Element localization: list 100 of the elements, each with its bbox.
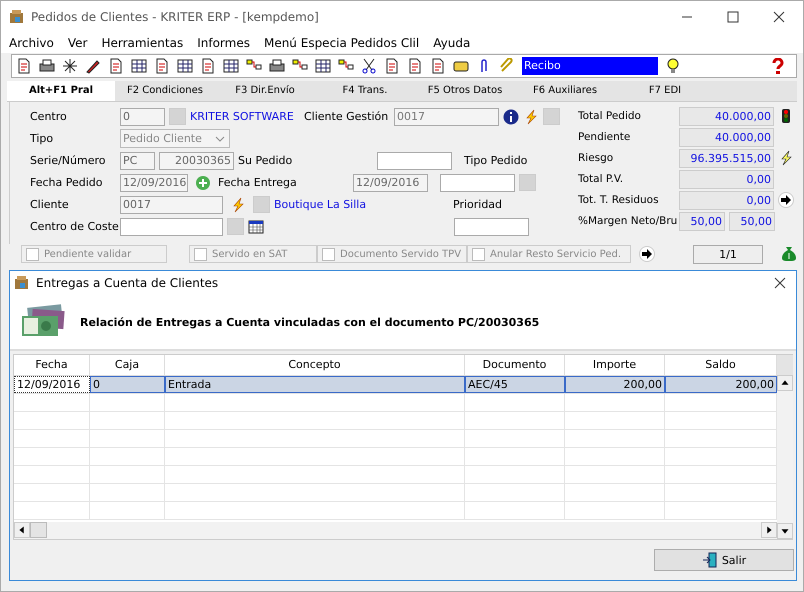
- exit-door-icon: [702, 552, 718, 568]
- scroll-thumb[interactable]: [30, 522, 47, 538]
- field-label: Centro: [30, 110, 68, 123]
- total-label: Riesgo: [578, 152, 614, 164]
- menu-item[interactable]: Informes: [197, 36, 250, 50]
- tab[interactable]: F3 Dir.Envío: [215, 81, 315, 101]
- pen-icon[interactable]: [85, 58, 101, 74]
- scissors-icon[interactable]: [361, 58, 377, 74]
- input-field[interactable]: 20030365: [159, 152, 234, 170]
- link[interactable]: Boutique La Silla: [274, 198, 449, 211]
- document-icon[interactable]: [384, 58, 400, 74]
- grid-icon[interactable]: [223, 58, 239, 74]
- total-value: 0,00: [679, 170, 774, 188]
- vertical-scrollbar[interactable]: [777, 355, 793, 539]
- input-field[interactable]: 0017: [120, 196, 223, 214]
- tab[interactable]: Alt+F1 Pral: [7, 81, 115, 101]
- field-label: Prioridad: [453, 198, 504, 211]
- lightbulb-icon[interactable]: [665, 58, 681, 74]
- calendar-icon[interactable]: [248, 218, 264, 234]
- link[interactable]: KRITER SOFTWARE: [190, 110, 300, 123]
- field-label: Tipo: [30, 132, 54, 145]
- column-header[interactable]: Concepto: [165, 355, 465, 375]
- tab[interactable]: F2 Condiciones: [115, 81, 215, 101]
- table-cell: AEC/45: [465, 376, 565, 393]
- total-value: 50,00: [729, 212, 775, 230]
- total-label: Tot. T. Residuos: [578, 194, 660, 206]
- document-icon[interactable]: [154, 58, 170, 74]
- column-header[interactable]: Caja: [90, 355, 165, 375]
- field-label: Su Pedido: [238, 154, 294, 167]
- menu-item[interactable]: Archivo: [9, 36, 54, 50]
- field-label: Cliente: [30, 198, 70, 211]
- total-value: 50,00: [679, 212, 725, 230]
- printer-icon[interactable]: [39, 58, 55, 74]
- caret-icon: [215, 136, 225, 142]
- total-value: 40.000,00: [679, 106, 774, 126]
- column-header[interactable]: Importe: [565, 355, 665, 375]
- table-cell: 200,00: [565, 376, 665, 393]
- grid-icon[interactable]: [177, 58, 193, 74]
- info-icon[interactable]: [503, 108, 519, 124]
- document-icon[interactable]: [430, 58, 446, 74]
- column-header[interactable]: Fecha: [14, 355, 90, 375]
- printer-icon[interactable]: [269, 58, 285, 74]
- table-cell: 200,00: [665, 376, 777, 393]
- maximize-icon[interactable]: [727, 11, 739, 23]
- exit-button[interactable]: Salir: [654, 549, 794, 571]
- scroll-left-icon[interactable]: [14, 522, 30, 538]
- help-icon[interactable]: [770, 58, 786, 74]
- input-field[interactable]: [120, 218, 223, 236]
- input-field[interactable]: [440, 174, 515, 192]
- tab[interactable]: F5 Otros Datos: [415, 81, 515, 101]
- close-icon[interactable]: [774, 277, 786, 289]
- tab[interactable]: F6 Auxiliares: [515, 81, 615, 101]
- arrow-right-icon[interactable]: [778, 192, 794, 208]
- total-label: Total P.V.: [578, 173, 624, 185]
- total-label: Pendiente: [578, 131, 632, 143]
- total-label: %Margen Neto/Bru: [578, 215, 675, 227]
- table-cell: 12/09/2016: [14, 376, 90, 393]
- app-icon: [14, 275, 30, 291]
- tab[interactable]: F7 EDI: [615, 81, 715, 101]
- dialog-heading: Relación de Entregas a Cuenta vinculadas con el documento PC/20030365: [80, 316, 540, 328]
- document-icon[interactable]: [108, 58, 124, 74]
- document-icon[interactable]: [200, 58, 216, 74]
- tab[interactable]: F4 Trans.: [315, 81, 415, 101]
- input-field[interactable]: [377, 152, 452, 170]
- field-label: Centro de Coste: [30, 220, 116, 233]
- grid-icon[interactable]: [131, 58, 147, 74]
- money-bag-icon[interactable]: [781, 246, 797, 262]
- field-label: Cliente Gestión: [304, 110, 390, 123]
- report-field[interactable]: Recibo: [522, 57, 658, 75]
- grid-icon[interactable]: [315, 58, 331, 74]
- scroll-up-icon[interactable]: [777, 375, 793, 391]
- app-icon: [9, 9, 25, 25]
- scroll-down-icon[interactable]: [777, 523, 793, 539]
- input-field[interactable]: [454, 218, 529, 236]
- total-value: 40.000,00: [679, 128, 774, 146]
- field-label: Serie/Número: [30, 154, 106, 167]
- menu-item[interactable]: Ayuda: [433, 36, 470, 50]
- menu-item[interactable]: Herramientas: [101, 36, 184, 50]
- date-field[interactable]: 12/09/2016: [120, 174, 188, 192]
- arrow-right-icon[interactable]: [639, 246, 655, 262]
- input-field[interactable]: 0: [120, 108, 165, 126]
- document-icon[interactable]: [407, 58, 423, 74]
- total-value: 0,00: [679, 190, 774, 210]
- scroll-right-icon[interactable]: [761, 522, 777, 538]
- menu-item[interactable]: Menú Especia Pedidos Clil: [264, 36, 420, 50]
- menu-item[interactable]: Ver: [68, 36, 88, 50]
- dialog-title: Entregas a Cuenta de Clientes: [36, 276, 218, 290]
- input-field[interactable]: 0017: [394, 108, 499, 126]
- date-field[interactable]: 12/09/2016: [353, 174, 428, 192]
- horizontal-scrollbar[interactable]: [14, 522, 777, 539]
- table-cell: 0: [90, 376, 165, 393]
- star-icon[interactable]: [62, 58, 78, 74]
- document-icon[interactable]: [16, 58, 32, 74]
- total-label: Total Pedido: [578, 110, 642, 122]
- column-header[interactable]: Documento: [465, 355, 565, 375]
- add-icon[interactable]: [195, 174, 211, 190]
- page-counter: 1/1: [693, 244, 763, 264]
- input-field[interactable]: PC: [120, 152, 155, 170]
- close-icon[interactable]: [773, 11, 785, 23]
- table-cell: Entrada: [165, 376, 465, 393]
